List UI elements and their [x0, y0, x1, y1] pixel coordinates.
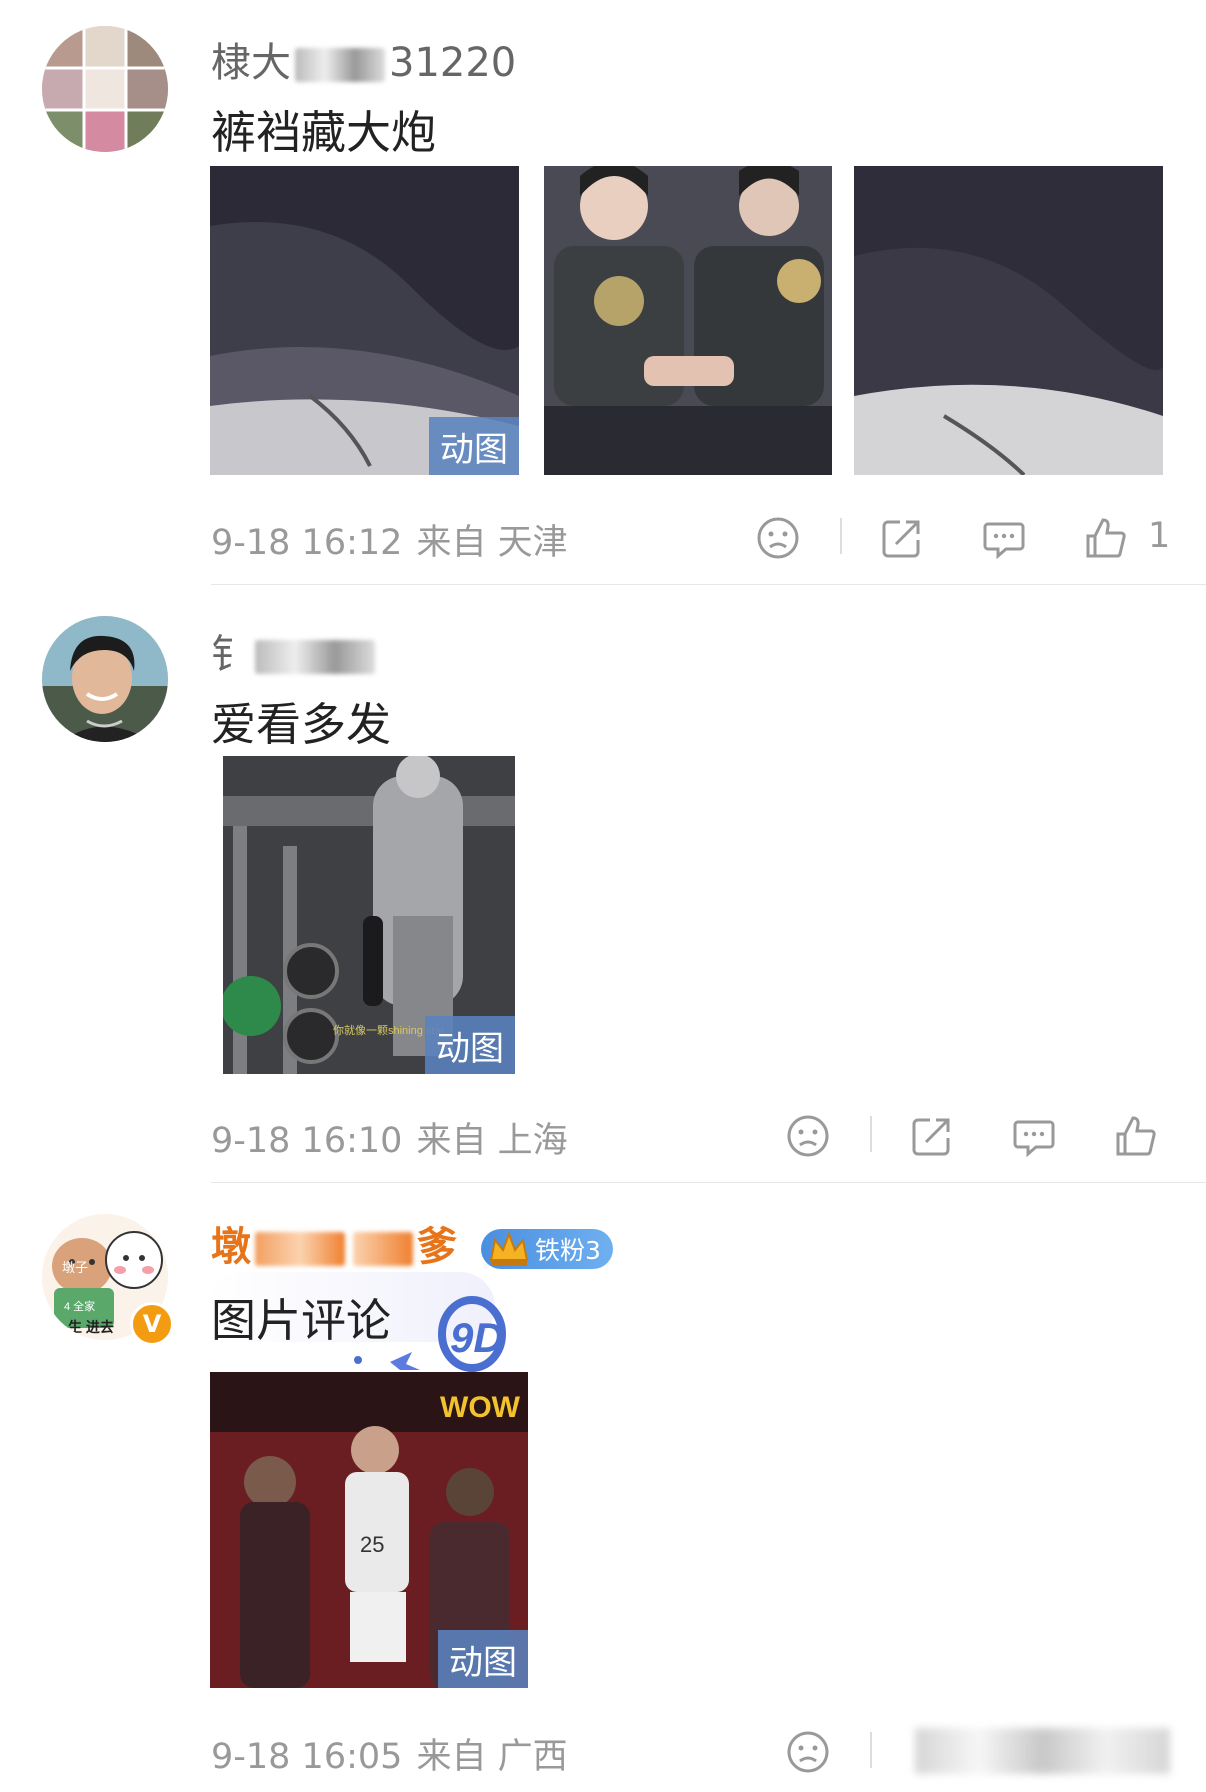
comment-button[interactable] [1012, 1114, 1056, 1158]
comment-image[interactable]: 动图 [210, 166, 519, 475]
divider [870, 1116, 872, 1152]
svg-text:生 进去: 生 进去 [68, 1319, 114, 1335]
gif-badge: 动图 [425, 1016, 515, 1074]
comment-image[interactable] [544, 166, 832, 475]
comment-text: 爱看多发 [211, 698, 392, 751]
verified-badge: V [130, 1302, 174, 1346]
like-count: 1 [1148, 516, 1171, 556]
timestamp: 9-18 16:05 [211, 1737, 403, 1777]
svg-text:墩子: 墩子 [62, 1260, 88, 1275]
action-bar [750, 1106, 1170, 1166]
divider [211, 1182, 1206, 1183]
comment-text: 裤裆藏大炮 [211, 106, 437, 159]
gif-badge: 动图 [429, 417, 519, 475]
blurred-username [353, 1232, 413, 1266]
dislike-button[interactable] [786, 1730, 830, 1774]
divider [870, 1732, 872, 1768]
share-icon [912, 1118, 950, 1156]
divider [211, 584, 1206, 585]
avatar[interactable] [42, 616, 168, 742]
dislike-button[interactable] [756, 516, 800, 560]
thumbs-up-icon [1086, 518, 1126, 558]
decoration-logo-icon: 9D [354, 1296, 506, 1372]
avatar[interactable] [42, 26, 168, 152]
dislike-button[interactable] [786, 1114, 830, 1158]
blurred-actions [915, 1728, 1170, 1774]
sad-face-icon [757, 517, 799, 559]
share-button[interactable] [910, 1114, 954, 1158]
timestamp: 9-18 16:10 [211, 1121, 403, 1161]
username[interactable]: 钅 [211, 622, 379, 680]
sad-face-icon [787, 1115, 829, 1157]
comment-image[interactable]: 25 WOW 动图 [210, 1372, 528, 1688]
fan-badge: 铁粉3 [480, 1229, 613, 1269]
action-bar [750, 1722, 1170, 1782]
gif-badge: 动图 [438, 1630, 528, 1688]
comment-icon [1013, 1120, 1055, 1158]
blurred-username [255, 640, 375, 674]
svg-text:25: 25 [360, 1532, 384, 1557]
location: 来自 天津 [416, 523, 568, 563]
svg-text:4 全家: 4 全家 [64, 1299, 95, 1313]
share-button[interactable] [880, 516, 924, 560]
username[interactable]: 棣大 31220 [211, 30, 516, 88]
timestamp: 9-18 16:12 [211, 523, 403, 563]
location: 来自 上海 [416, 1121, 568, 1161]
sad-face-icon [787, 1731, 829, 1773]
comment-meta: 9-18 16:10 来自 上海 [211, 1112, 582, 1163]
comment-meta: 9-18 16:05 来自 广西 [211, 1728, 582, 1779]
like-button[interactable] [1084, 516, 1128, 560]
location: 来自 广西 [416, 1737, 568, 1777]
action-bar: 1 [750, 508, 1170, 568]
divider [840, 518, 842, 554]
comment-button[interactable] [982, 516, 1026, 560]
svg-text:9D: 9D [450, 1314, 504, 1361]
crown-icon [489, 1231, 529, 1266]
blurred-username [255, 1232, 345, 1266]
comment-image[interactable] [854, 166, 1163, 475]
blurred-username [295, 48, 385, 82]
share-icon [882, 520, 920, 558]
username[interactable]: 墩爹 铁粉3 [211, 1214, 613, 1272]
comment-icon [983, 522, 1025, 560]
like-button[interactable] [1114, 1114, 1158, 1158]
thumbs-up-icon [1116, 1116, 1156, 1156]
comment-image[interactable]: 你就像一颗shining star 动图 [223, 756, 515, 1074]
svg-text:WOW: WOW [440, 1391, 521, 1424]
comment-meta: 9-18 16:12 来自 天津 [211, 514, 582, 565]
